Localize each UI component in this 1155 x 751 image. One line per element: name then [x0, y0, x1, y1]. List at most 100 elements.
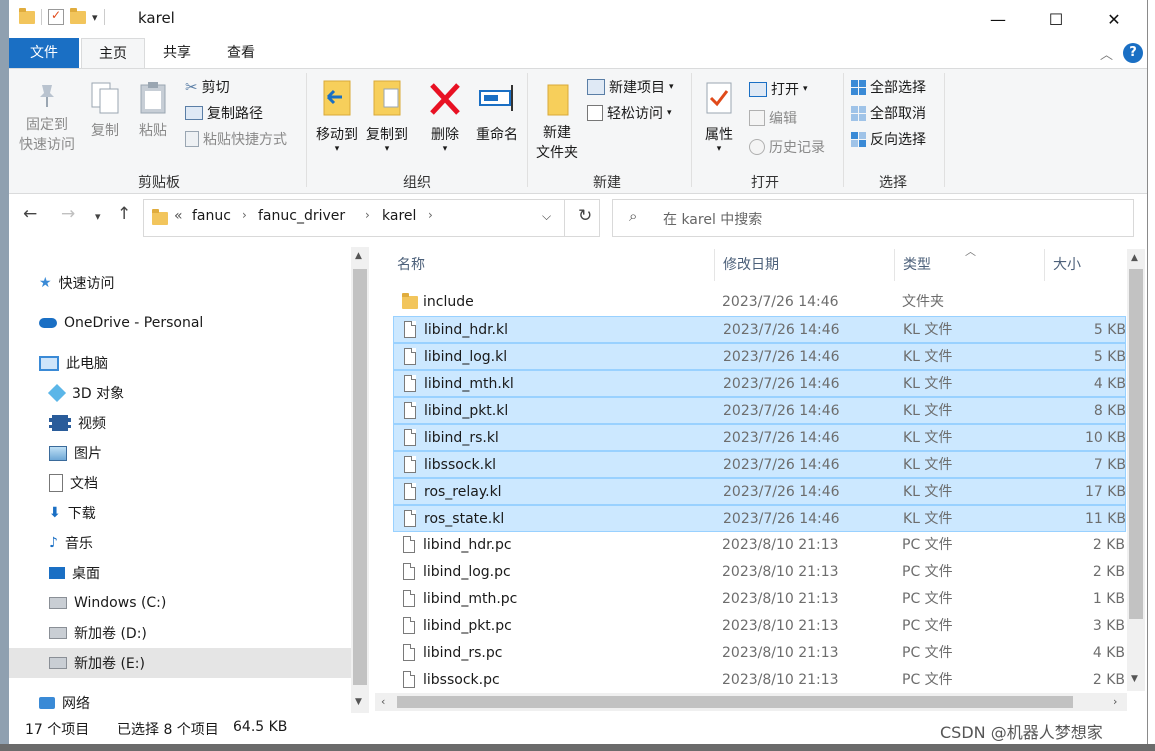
file-size: 4 KB: [1093, 376, 1126, 392]
file-row[interactable]: libind_hdr.pc 2023/8/10 21:13 PC 文件 2 KB: [393, 532, 1126, 559]
network-icon: [39, 697, 55, 709]
pin-to-quick-access-button[interactable]: 固定到 快速访问: [15, 79, 79, 155]
file-row[interactable]: libind_log.kl 2023/7/26 14:46 KL 文件 5 KB: [393, 343, 1126, 370]
edit-button[interactable]: 编辑: [749, 106, 797, 130]
minimize-button[interactable]: —: [969, 0, 1027, 38]
tab-view[interactable]: 查看: [209, 38, 273, 68]
nav-item-this-pc[interactable]: 此电脑: [9, 348, 351, 378]
history-label: 历史记录: [769, 140, 825, 156]
search-box[interactable]: ⌕ 在 karel 中搜索: [612, 199, 1134, 237]
scrollbar-thumb[interactable]: [397, 696, 1073, 708]
properties-check-icon[interactable]: ✓: [48, 8, 64, 25]
nav-item-drive-c[interactable]: Windows (C:): [9, 588, 351, 618]
copy-to-button[interactable]: 复制到 ▾: [363, 77, 411, 154]
nav-item-onedrive[interactable]: OneDrive - Personal: [9, 308, 351, 338]
file-row[interactable]: ros_relay.kl 2023/7/26 14:46 KL 文件 17 KB: [393, 478, 1126, 505]
select-none-button[interactable]: 全部取消: [851, 101, 926, 125]
nav-item-music[interactable]: ♪ 音乐: [9, 528, 351, 558]
file-list-horizontal-scrollbar[interactable]: ‹ ›: [375, 693, 1127, 711]
file-row[interactable]: libind_rs.pc 2023/8/10 21:13 PC 文件 4 KB: [393, 640, 1126, 667]
organize-group-label: 组织: [403, 175, 431, 191]
back-button[interactable]: ←: [23, 204, 37, 224]
breadcrumb-item[interactable]: fanuc: [192, 208, 231, 224]
column-header-size[interactable]: 大小: [1045, 249, 1129, 281]
file-name: libind_hdr.kl: [424, 322, 508, 338]
breadcrumb-item[interactable]: karel: [382, 208, 416, 224]
column-header-date[interactable]: 修改日期: [715, 249, 895, 281]
easy-access-button[interactable]: 轻松访问 ▾: [587, 101, 672, 125]
nav-item-pictures[interactable]: 图片: [9, 438, 351, 468]
file-type: PC 文件: [902, 672, 953, 688]
collapse-ribbon-icon[interactable]: ︿: [1100, 44, 1113, 63]
new-folder-icon[interactable]: [70, 7, 86, 24]
recent-locations-chevron-icon[interactable]: ▾: [95, 210, 101, 223]
file-row[interactable]: libssock.kl 2023/7/26 14:46 KL 文件 7 KB: [393, 451, 1126, 478]
paste-shortcut-button[interactable]: 粘贴快捷方式: [185, 127, 287, 151]
address-dropdown-chevron-icon[interactable]: ⌵: [542, 209, 551, 224]
nav-item-downloads[interactable]: ⬇ 下载: [9, 498, 351, 528]
copy-button[interactable]: 复制: [85, 79, 125, 141]
tab-home[interactable]: 主页: [81, 38, 145, 70]
select-all-button[interactable]: 全部选择: [851, 75, 926, 99]
edit-label: 编辑: [769, 111, 797, 127]
ribbon-separator: [306, 73, 307, 187]
file-row[interactable]: libind_rs.kl 2023/7/26 14:46 KL 文件 10 KB: [393, 424, 1126, 451]
breadcrumb-separator-icon[interactable]: ›: [242, 208, 247, 222]
scrollbar-thumb[interactable]: [353, 269, 367, 685]
paste-button[interactable]: 粘贴: [133, 79, 173, 141]
open-button[interactable]: 打开 ▾: [749, 77, 808, 101]
file-row[interactable]: libind_pkt.kl 2023/7/26 14:46 KL 文件 8 KB: [393, 397, 1126, 424]
breadcrumb-overflow[interactable]: «: [174, 208, 183, 224]
close-button[interactable]: ✕: [1085, 0, 1143, 38]
history-button[interactable]: 历史记录: [749, 135, 825, 159]
file-row[interactable]: libind_pkt.pc 2023/8/10 21:13 PC 文件 3 KB: [393, 613, 1126, 640]
file-row[interactable]: libind_log.pc 2023/8/10 21:13 PC 文件 2 KB: [393, 559, 1126, 586]
copy-path-button[interactable]: 复制路径: [185, 101, 263, 125]
breadcrumb-separator-icon[interactable]: ›: [428, 208, 433, 222]
column-header-name[interactable]: 名称: [389, 249, 715, 281]
file-row[interactable]: libind_hdr.kl 2023/7/26 14:46 KL 文件 5 KB: [393, 316, 1126, 343]
file-row[interactable]: libind_mth.pc 2023/8/10 21:13 PC 文件 1 KB: [393, 586, 1126, 613]
scroll-left-icon[interactable]: ‹: [381, 695, 385, 708]
file-row[interactable]: libssock.pc 2023/8/10 21:13 PC 文件 2 KB: [393, 667, 1126, 694]
nav-item-quick-access[interactable]: ★ 快速访问: [9, 268, 351, 298]
nav-item-videos[interactable]: 视频: [9, 408, 351, 438]
file-row[interactable]: libind_mth.kl 2023/7/26 14:46 KL 文件 4 KB: [393, 370, 1126, 397]
breadcrumb-separator-icon[interactable]: ›: [365, 208, 370, 222]
scrollbar-thumb[interactable]: [1129, 269, 1143, 619]
tab-share[interactable]: 共享: [149, 38, 205, 68]
new-folder-button[interactable]: 新建 文件夹: [531, 77, 583, 163]
nav-item-drive-e[interactable]: 新加卷 (E:): [9, 648, 351, 678]
nav-item-3d-objects[interactable]: 3D 对象: [9, 378, 351, 408]
forward-button[interactable]: →: [61, 204, 75, 224]
refresh-icon[interactable]: ↻: [578, 206, 592, 226]
scroll-down-icon[interactable]: ▼: [355, 697, 362, 707]
select-none-icon: [851, 105, 866, 121]
help-button[interactable]: ?: [1123, 43, 1143, 63]
delete-button[interactable]: 删除 ▾: [423, 77, 467, 154]
customize-toolbar-icon[interactable]: ▾: [92, 11, 98, 24]
rename-button[interactable]: 重命名: [469, 77, 525, 145]
maximize-button[interactable]: ☐: [1027, 0, 1085, 38]
cut-button[interactable]: ✂ 剪切: [185, 75, 230, 99]
address-bar[interactable]: « fanuc › fanuc_driver › karel › ⌵ ↻: [143, 199, 600, 237]
file-row[interactable]: include 2023/7/26 14:46 文件夹: [393, 289, 1126, 316]
invert-selection-button[interactable]: 反向选择: [851, 127, 926, 151]
new-item-button[interactable]: 新建项目 ▾: [587, 75, 674, 99]
file-list-scrollbar[interactable]: ▲ ▼: [1127, 249, 1145, 691]
move-to-button[interactable]: 移动到 ▾: [313, 77, 361, 154]
nav-pane-scrollbar[interactable]: ▲ ▼: [351, 247, 369, 713]
file-row[interactable]: ros_state.kl 2023/7/26 14:46 KL 文件 11 KB: [393, 505, 1126, 532]
nav-item-desktop[interactable]: 桌面: [9, 558, 351, 588]
properties-button[interactable]: 属性 ▾: [697, 77, 741, 154]
scroll-up-icon[interactable]: ▲: [355, 251, 362, 261]
scroll-up-icon[interactable]: ▲: [1131, 253, 1138, 263]
breadcrumb-item[interactable]: fanuc_driver: [258, 208, 345, 224]
up-button[interactable]: ↑: [117, 204, 131, 224]
scroll-down-icon[interactable]: ▼: [1131, 674, 1138, 684]
nav-item-drive-d[interactable]: 新加卷 (D:): [9, 618, 351, 648]
scroll-right-icon[interactable]: ›: [1113, 695, 1117, 708]
address-divider: [564, 200, 565, 236]
nav-item-documents[interactable]: 文档: [9, 468, 351, 498]
tab-file[interactable]: 文件: [9, 38, 79, 68]
